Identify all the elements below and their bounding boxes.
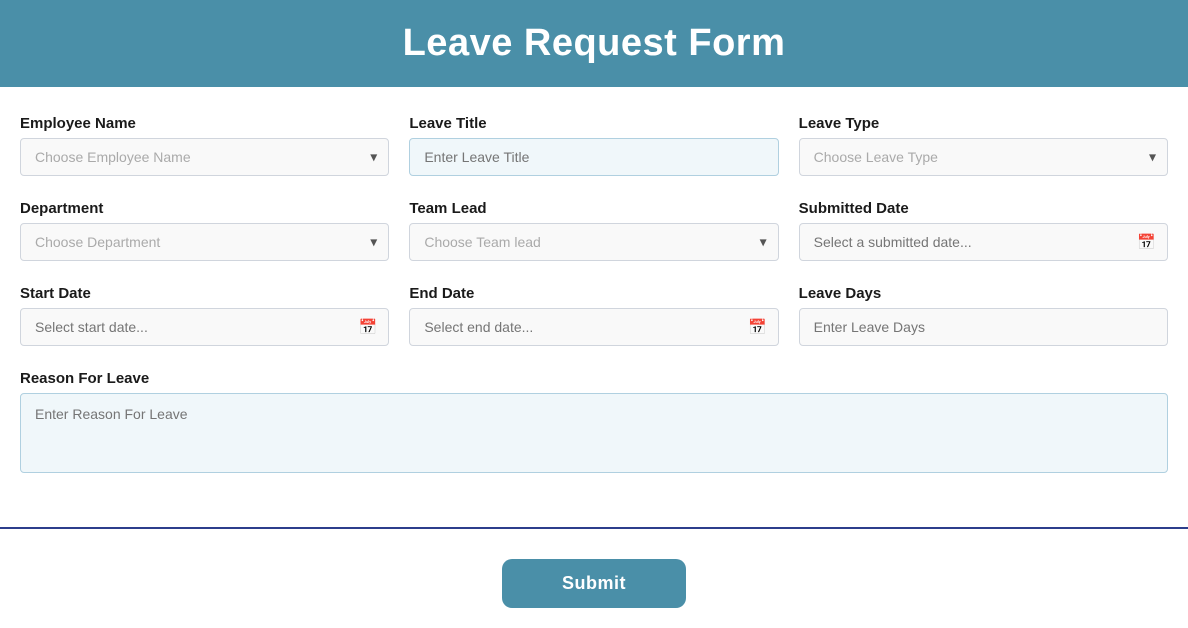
- leave-days-input[interactable]: [799, 308, 1168, 346]
- employee-name-label: Employee Name: [20, 115, 389, 132]
- form-header: Leave Request Form: [0, 0, 1188, 87]
- start-date-label: Start Date: [20, 285, 389, 302]
- leave-type-group: Leave Type Choose Leave Type Annual Leav…: [799, 115, 1168, 176]
- team-lead-select-wrapper: Choose Team lead John Smith Jane Doe Rob…: [409, 223, 778, 261]
- start-date-wrapper: 📅: [20, 308, 389, 346]
- submitted-date-label: Submitted Date: [799, 200, 1168, 217]
- department-label: Department: [20, 200, 389, 217]
- reason-for-leave-label: Reason For Leave: [20, 370, 1168, 387]
- leave-type-select-wrapper: Choose Leave Type Annual Leave Sick Leav…: [799, 138, 1168, 176]
- submitted-date-input[interactable]: [799, 223, 1168, 261]
- form-container: Employee Name Choose Employee Name ▾ Lea…: [0, 87, 1188, 517]
- team-lead-select[interactable]: Choose Team lead John Smith Jane Doe Rob…: [409, 223, 778, 261]
- department-group: Department Choose Department Engineering…: [20, 200, 389, 261]
- leave-title-group: Leave Title: [409, 115, 778, 176]
- employee-name-select[interactable]: Choose Employee Name: [20, 138, 389, 176]
- department-select[interactable]: Choose Department Engineering Marketing …: [20, 223, 389, 261]
- leave-title-label: Leave Title: [409, 115, 778, 132]
- end-date-input[interactable]: [409, 308, 778, 346]
- form-title: Leave Request Form: [0, 22, 1188, 65]
- leave-days-label: Leave Days: [799, 285, 1168, 302]
- end-date-wrapper: 📅: [409, 308, 778, 346]
- reason-for-leave-group: Reason For Leave: [20, 370, 1168, 473]
- leave-type-select[interactable]: Choose Leave Type Annual Leave Sick Leav…: [799, 138, 1168, 176]
- start-date-group: Start Date 📅: [20, 285, 389, 346]
- form-row-2: Department Choose Department Engineering…: [20, 200, 1168, 261]
- team-lead-label: Team Lead: [409, 200, 778, 217]
- leave-title-input[interactable]: [409, 138, 778, 176]
- leave-days-group: Leave Days: [799, 285, 1168, 346]
- employee-name-group: Employee Name Choose Employee Name ▾: [20, 115, 389, 176]
- submitted-date-wrapper: 📅: [799, 223, 1168, 261]
- submit-row: Submit: [0, 549, 1188, 628]
- end-date-label: End Date: [409, 285, 778, 302]
- team-lead-group: Team Lead Choose Team lead John Smith Ja…: [409, 200, 778, 261]
- leave-type-label: Leave Type: [799, 115, 1168, 132]
- reason-for-leave-textarea[interactable]: [20, 393, 1168, 473]
- employee-name-select-wrapper: Choose Employee Name ▾: [20, 138, 389, 176]
- form-row-4: Reason For Leave: [20, 370, 1168, 473]
- submit-button[interactable]: Submit: [502, 559, 686, 608]
- form-divider: [0, 527, 1188, 529]
- form-row-3: Start Date 📅 End Date 📅 Leave Days: [20, 285, 1168, 346]
- start-date-input[interactable]: [20, 308, 389, 346]
- end-date-group: End Date 📅: [409, 285, 778, 346]
- form-row-1: Employee Name Choose Employee Name ▾ Lea…: [20, 115, 1168, 176]
- department-select-wrapper: Choose Department Engineering Marketing …: [20, 223, 389, 261]
- submitted-date-group: Submitted Date 📅: [799, 200, 1168, 261]
